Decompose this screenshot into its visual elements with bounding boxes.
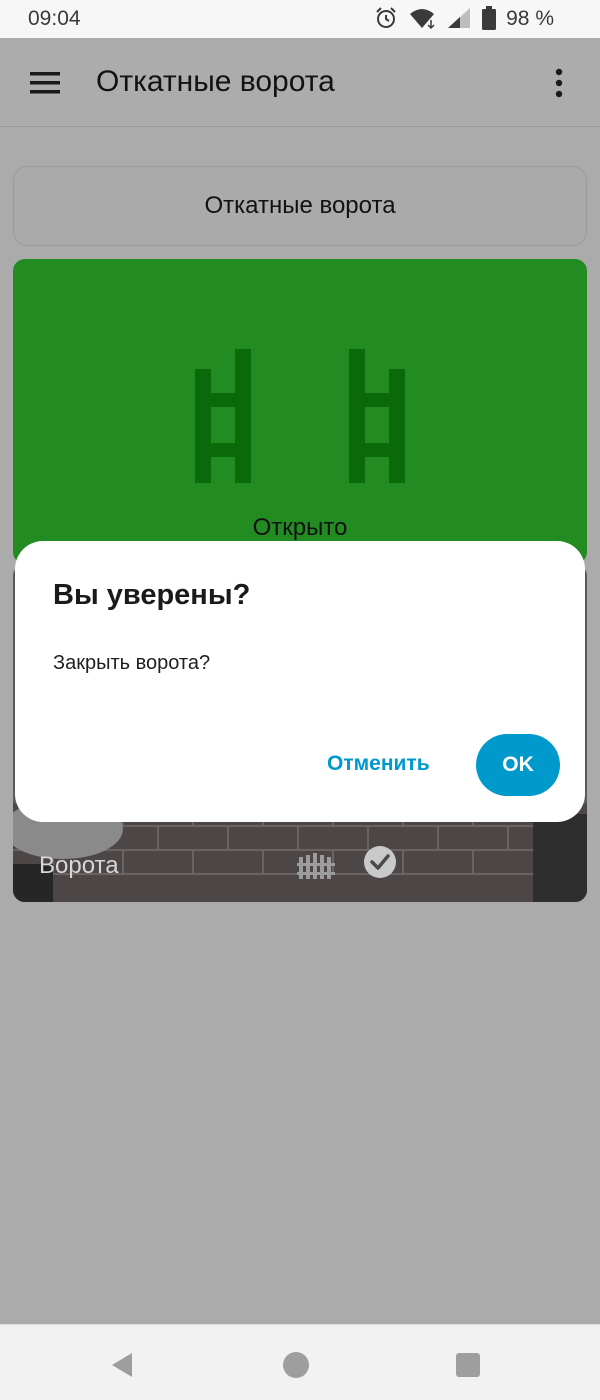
gate-status-card[interactable]: Открыто — [13, 259, 587, 564]
ok-button[interactable]: OK — [476, 734, 560, 796]
gate-status-text: Открыто — [252, 514, 348, 541]
battery-percent: 98 % — [506, 7, 554, 30]
group-selector-button[interactable]: Откатные ворота — [13, 166, 587, 246]
check-circle-icon[interactable] — [363, 845, 397, 879]
home-icon[interactable] — [278, 1347, 314, 1383]
fence-icon — [297, 853, 335, 879]
menu-icon[interactable] — [22, 60, 68, 106]
more-vert-icon[interactable] — [544, 60, 574, 106]
status-bar: 09:04 98 % — [0, 0, 600, 38]
app-bar: Откатные ворота — [0, 38, 600, 127]
system-nav-bar — [0, 1324, 600, 1400]
wifi-icon — [410, 9, 435, 30]
dialog-message: Закрыть ворота? — [53, 652, 211, 674]
sliding-gate-icon — [195, 349, 405, 483]
dialog-title: Вы уверены? — [53, 579, 251, 611]
signal-icon — [448, 8, 470, 28]
status-time: 09:04 — [28, 7, 81, 30]
camera-label: Ворота — [39, 852, 119, 879]
alarm-icon — [376, 7, 396, 28]
status-icons — [374, 6, 496, 30]
group-selector-label: Откатные ворота — [204, 192, 396, 219]
recents-icon[interactable] — [450, 1347, 486, 1383]
confirm-dialog: Вы уверены? Закрыть ворота? Отменить OK — [15, 541, 585, 822]
back-icon[interactable] — [106, 1347, 142, 1383]
battery-icon — [482, 6, 496, 30]
page-title: Откатные ворота — [96, 65, 335, 98]
cancel-button[interactable]: Отменить — [315, 737, 442, 791]
